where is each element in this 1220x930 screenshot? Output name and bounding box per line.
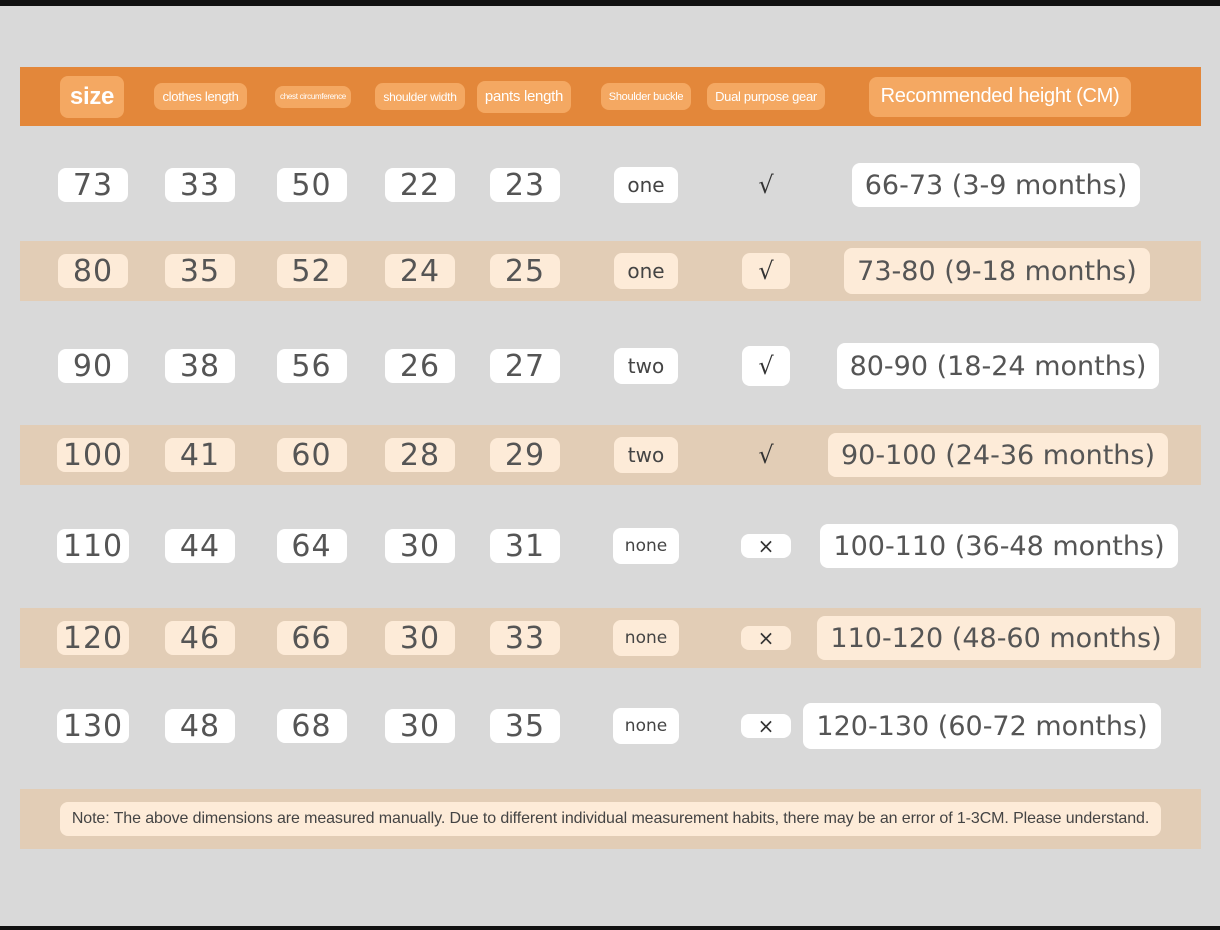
header-pants-length: pants length xyxy=(476,80,572,113)
clothes-length-value: 35 xyxy=(165,254,235,289)
shoulder-buckle-value: none xyxy=(613,528,679,564)
shoulder-width-value: 28 xyxy=(385,438,455,473)
table-row: 110 44 64 30 31 none × 100-110 (36-48 mo… xyxy=(20,516,1201,576)
shoulder-buckle-value: two xyxy=(614,437,678,473)
header-clothes-length: clothes length xyxy=(154,83,247,110)
table-row: 100 41 60 28 29 two √ 90-100 (24-36 mont… xyxy=(20,425,1201,485)
top-border xyxy=(0,0,1220,6)
shoulder-buckle-value: two xyxy=(614,348,678,384)
measurement-note: Note: The above dimensions are measured … xyxy=(59,802,1162,836)
pants-length-value: 33 xyxy=(490,621,560,656)
size-value: 130 xyxy=(56,709,130,744)
size-value: 120 xyxy=(56,621,130,656)
pants-length-value: 31 xyxy=(490,529,560,564)
size-value: 110 xyxy=(56,529,130,564)
pants-length-value: 23 xyxy=(490,168,560,203)
check-icon: √ xyxy=(758,171,774,199)
header-chest-cell: chest circumference xyxy=(274,67,352,126)
header-shoulder-width-cell: shoulder width xyxy=(375,67,465,126)
recommended-height-value: 80-90 (18-24 months) xyxy=(836,343,1160,389)
shoulder-width-value: 22 xyxy=(385,168,455,203)
header-size: size xyxy=(59,75,125,118)
chest-value: 60 xyxy=(276,438,347,473)
table-row: 80 35 52 24 25 one √ 73-80 (9-18 months) xyxy=(20,241,1201,301)
header-size-cell: size xyxy=(57,67,127,126)
bottom-border xyxy=(0,926,1220,930)
header-dual-purpose-cell: Dual purpose gear xyxy=(704,67,828,126)
pants-length-value: 27 xyxy=(490,349,560,384)
shoulder-buckle-value: one xyxy=(614,167,678,203)
cross-icon: × xyxy=(741,626,791,650)
table-header: size clothes length chest circumference … xyxy=(20,67,1201,126)
shoulder-width-value: 24 xyxy=(385,254,455,289)
clothes-length-value: 38 xyxy=(165,349,235,384)
chest-value: 66 xyxy=(276,621,347,656)
table-row: 90 38 56 26 27 two √ 80-90 (18-24 months… xyxy=(20,336,1201,396)
check-icon: √ xyxy=(742,253,790,289)
header-pants-length-cell: pants length xyxy=(476,67,572,126)
clothes-length-value: 41 xyxy=(165,438,235,473)
recommended-height-value: 73-80 (9-18 months) xyxy=(844,248,1150,294)
pants-length-value: 25 xyxy=(490,254,560,289)
shoulder-buckle-value: none xyxy=(613,620,679,656)
shoulder-buckle-value: one xyxy=(614,253,678,289)
shoulder-width-value: 30 xyxy=(385,529,455,564)
header-chest-circumference: chest circumference xyxy=(275,85,351,108)
clothes-length-value: 44 xyxy=(165,529,235,564)
shoulder-width-value: 26 xyxy=(385,349,455,384)
size-value: 80 xyxy=(58,254,128,289)
recommended-height-value: 66-73 (3-9 months) xyxy=(851,163,1141,207)
header-shoulder-buckle-cell: Shoulder buckle xyxy=(600,67,692,126)
recommended-height-value: 110-120 (48-60 months) xyxy=(817,616,1175,660)
header-recommended-height-cell: Recommended height (CM) xyxy=(868,67,1132,126)
table-row: 120 46 66 30 33 none × 110-120 (48-60 mo… xyxy=(20,608,1201,668)
cross-icon: × xyxy=(741,534,791,558)
header-shoulder-width: shoulder width xyxy=(375,83,465,110)
chest-value: 64 xyxy=(276,529,347,564)
chest-value: 56 xyxy=(276,349,347,384)
header-recommended-height: Recommended height (CM) xyxy=(868,76,1132,117)
shoulder-width-value: 30 xyxy=(385,621,455,656)
pants-length-value: 35 xyxy=(490,709,560,744)
measurement-note-band: Note: The above dimensions are measured … xyxy=(20,789,1201,849)
chest-value: 50 xyxy=(276,168,347,203)
header-dual-purpose-gear: Dual purpose gear xyxy=(707,83,825,110)
size-value: 100 xyxy=(56,438,130,473)
size-value: 90 xyxy=(58,349,128,384)
pants-length-value: 29 xyxy=(490,438,560,473)
check-icon: √ xyxy=(742,346,790,386)
recommended-height-value: 120-130 (60-72 months) xyxy=(803,703,1161,749)
shoulder-buckle-value: none xyxy=(613,708,679,744)
clothes-length-value: 33 xyxy=(165,168,235,203)
chest-value: 68 xyxy=(276,709,347,744)
recommended-height-value: 90-100 (24-36 months) xyxy=(827,433,1169,477)
check-icon: √ xyxy=(758,441,774,469)
cross-icon: × xyxy=(741,714,791,738)
recommended-height-value: 100-110 (36-48 months) xyxy=(820,524,1178,568)
clothes-length-value: 48 xyxy=(165,709,235,744)
table-row: 73 33 50 22 23 one √ 66-73 (3-9 months) xyxy=(20,155,1201,215)
header-clothes-length-cell: clothes length xyxy=(153,67,248,126)
table-row: 130 48 68 30 35 none × 120-130 (60-72 mo… xyxy=(20,696,1201,756)
chest-value: 52 xyxy=(276,254,347,289)
shoulder-width-value: 30 xyxy=(385,709,455,744)
clothes-length-value: 46 xyxy=(165,621,235,656)
size-value: 73 xyxy=(58,168,128,203)
header-shoulder-buckle: Shoulder buckle xyxy=(600,83,692,110)
